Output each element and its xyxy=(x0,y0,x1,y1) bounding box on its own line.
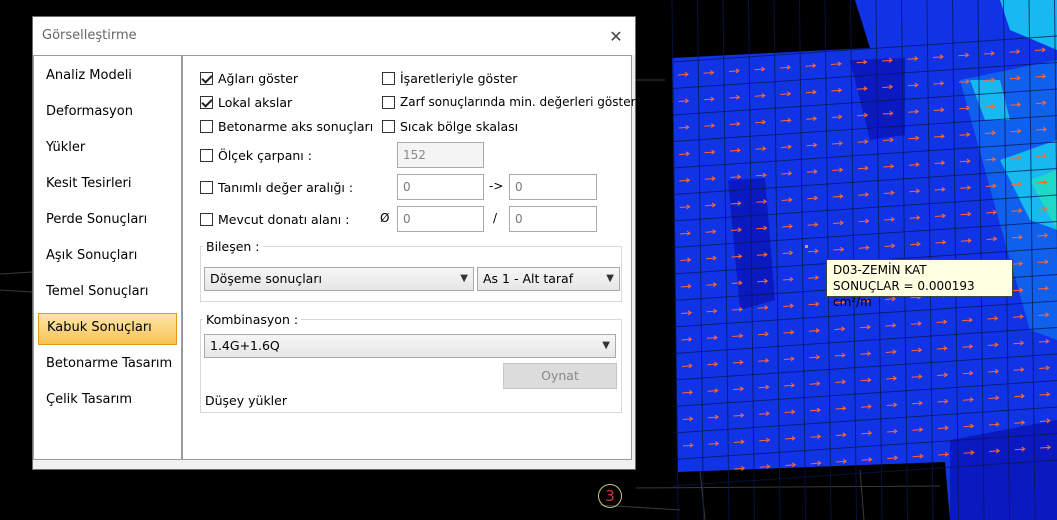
existing-rebar-option[interactable]: Mevcut donatı alanı : xyxy=(200,210,349,228)
combination-description: Düşey yükler xyxy=(205,393,287,408)
scale-factor-input[interactable]: 152 xyxy=(397,142,484,168)
rebar-slash: / xyxy=(493,211,498,225)
show-mesh-label: Ağları göster xyxy=(218,70,299,86)
scale-factor-option[interactable]: Ölçek çarpanı : xyxy=(200,146,312,164)
nav-item-perde-sonuclari[interactable]: Perde Sonuçları xyxy=(38,205,177,235)
play-button[interactable]: Oynat xyxy=(503,363,617,389)
nav-item-celik-tasarim[interactable]: Çelik Tasarım xyxy=(38,385,177,415)
show-with-signs-label: İşaretleriyle göster xyxy=(400,70,518,86)
envelope-min-label: Zarf sonuçlarında min. değerleri göster xyxy=(400,95,636,109)
nav-item-temel-sonuclari[interactable]: Temel Sonuçları xyxy=(38,277,177,307)
range-from-input[interactable]: 0 xyxy=(397,174,484,200)
scale-factor-label: Ölçek çarpanı : xyxy=(218,147,312,163)
range-to-input[interactable]: 0 xyxy=(509,174,597,200)
nav-item-yukler[interactable]: Yükler xyxy=(38,133,177,163)
hot-zone-scale-label: Sıcak bölge skalası xyxy=(400,118,519,134)
nav-item-kesit-tesirleri[interactable]: Kesit Tesirleri xyxy=(38,169,177,199)
category-list: Analiz Modeli Deformasyon Yükler Kesit T… xyxy=(33,55,182,460)
show-mesh-option[interactable]: Ağları göster xyxy=(200,69,298,87)
visualization-dialog: Görselleştirme ✕ Analiz Modeli Deformasy… xyxy=(32,16,636,470)
scale-factor-checkbox[interactable] xyxy=(200,148,213,162)
envelope-min-checkbox[interactable] xyxy=(382,95,395,109)
defined-range-option[interactable]: Tanımlı değer aralığı : xyxy=(200,178,353,196)
rebar-spacing-input[interactable]: 0 xyxy=(509,206,597,232)
rc-axis-results-checkbox[interactable] xyxy=(200,119,213,133)
chevron-down-icon: ▼ xyxy=(602,340,610,351)
nav-item-kabuk-sonuclari[interactable]: Kabuk Sonuçları xyxy=(38,313,177,345)
result-tooltip: D03-ZEMİN KAT SONUÇLAR = 0.000193 cm²/m xyxy=(826,259,1013,309)
axis-marker-label: 3 xyxy=(605,487,615,505)
nav-item-betonarme-tasarim[interactable]: Betonarme Tasarım xyxy=(38,349,177,379)
show-mesh-checkbox[interactable] xyxy=(200,71,213,85)
nav-item-analiz-modeli[interactable]: Analiz Modeli xyxy=(38,61,177,91)
rc-axis-results-label: Betonarme aks sonuçları xyxy=(218,118,374,134)
diameter-symbol: Ø xyxy=(380,211,390,225)
combination-select[interactable]: 1.4G+1.6Q ▼ xyxy=(204,334,616,358)
component-group: Bileşen : Döşeme sonuçları ▼ As 1 - Alt … xyxy=(200,239,622,302)
chevron-down-icon: ▼ xyxy=(606,273,614,284)
axis-marker-3: 3 xyxy=(598,484,622,508)
range-arrow: -> xyxy=(489,179,504,193)
tooltip-value: SONUÇLAR = 0.000193 cm²/m xyxy=(833,279,975,309)
rc-axis-results-option[interactable]: Betonarme aks sonuçları xyxy=(200,117,373,135)
options-panel: Ağları göster Lokal akslar Betonarme aks… xyxy=(182,55,636,460)
component-group-label: Bileşen : xyxy=(203,239,263,254)
tooltip-title: D03-ZEMİN KAT xyxy=(833,263,927,277)
result-type-select[interactable]: Döşeme sonuçları ▼ xyxy=(204,267,474,291)
local-axes-checkbox[interactable] xyxy=(200,95,213,109)
combination-value: 1.4G+1.6Q xyxy=(210,338,280,353)
dialog-titlebar[interactable]: Görselleştirme ✕ xyxy=(33,17,635,55)
combination-group: Kombinasyon : 1.4G+1.6Q ▼ Oynat Düşey yü… xyxy=(200,312,622,413)
dialog-title: Görselleştirme xyxy=(42,28,137,43)
nav-item-deformasyon[interactable]: Deformasyon xyxy=(38,97,177,127)
show-with-signs-option[interactable]: İşaretleriyle göster xyxy=(382,69,517,87)
nav-item-asik-sonuclari[interactable]: Aşık Sonuçları xyxy=(38,241,177,271)
combination-group-label: Kombinasyon : xyxy=(203,312,302,327)
result-side-value: As 1 - Alt taraf xyxy=(483,271,574,286)
chevron-down-icon: ▼ xyxy=(460,273,468,284)
rebar-diameter-input[interactable]: 0 xyxy=(397,206,484,232)
close-icon[interactable]: ✕ xyxy=(603,23,629,49)
defined-range-checkbox[interactable] xyxy=(200,180,213,194)
show-with-signs-checkbox[interactable] xyxy=(382,71,395,85)
result-type-value: Döşeme sonuçları xyxy=(210,271,322,286)
local-axes-option[interactable]: Lokal akslar xyxy=(200,93,292,111)
envelope-min-option[interactable]: Zarf sonuçlarında min. değerleri göster xyxy=(382,93,636,111)
selection-point xyxy=(805,245,808,248)
hot-zone-scale-checkbox[interactable] xyxy=(382,119,395,133)
local-axes-label: Lokal akslar xyxy=(218,94,293,110)
existing-rebar-checkbox[interactable] xyxy=(200,212,213,226)
hot-zone-scale-option[interactable]: Sıcak bölge skalası xyxy=(382,117,518,135)
existing-rebar-label: Mevcut donatı alanı : xyxy=(218,211,350,227)
defined-range-label: Tanımlı değer aralığı : xyxy=(218,179,354,195)
result-side-select[interactable]: As 1 - Alt taraf ▼ xyxy=(477,267,620,291)
